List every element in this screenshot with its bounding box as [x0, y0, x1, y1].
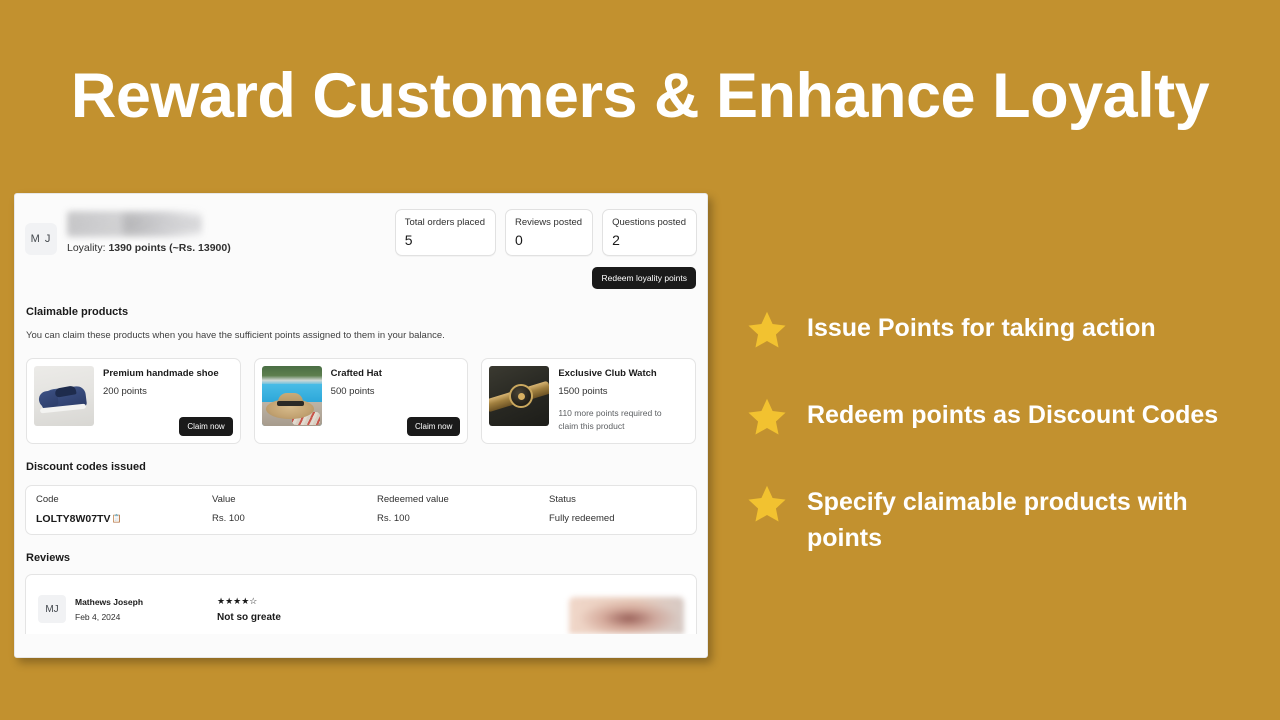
- app-screenshot-panel: M J Loyality: 1390 points (~Rs. 13900) T…: [14, 193, 708, 658]
- column-header-code: Code: [36, 494, 59, 505]
- table-row: LOLTY8W07TV 📋 Rs. 100 Rs. 100 Fully rede…: [26, 513, 696, 525]
- product-image-hat: [261, 366, 322, 426]
- stat-card-questions-posted: Questions posted 2: [602, 209, 697, 256]
- feature-item-redeem-points: Redeem points as Discount Codes: [745, 395, 1255, 438]
- reviews-heading: Reviews: [26, 552, 71, 564]
- star-icon: [748, 398, 786, 435]
- feature-label: Specify claimable products with points: [807, 488, 1188, 553]
- star-rating-icon: ★★★★☆: [217, 595, 258, 606]
- product-info: Crafted Hat 500 points Claim now: [331, 366, 461, 436]
- product-card[interactable]: Exclusive Club Watch 1500 points 110 mor…: [481, 358, 697, 444]
- customer-header: M J Loyality: 1390 points (~Rs. 13900) T…: [25, 204, 697, 256]
- claim-now-button[interactable]: Claim now: [179, 417, 233, 436]
- star-icon: [748, 311, 786, 348]
- discount-codes-heading: Discount codes issued: [26, 461, 146, 473]
- stat-card-reviews-posted: Reviews posted 0: [505, 209, 594, 256]
- column-header-redeemed-value: Redeemed value: [377, 494, 449, 505]
- product-points: 200 points: [103, 386, 147, 397]
- review-photo-redacted: [569, 597, 684, 634]
- avatar: M J: [25, 223, 57, 255]
- discount-value: Rs. 100: [212, 513, 245, 524]
- loyalty-balance: Loyality: 1390 points (~Rs. 13900): [67, 242, 231, 254]
- status-badge: Fully redeemed: [549, 513, 615, 524]
- review-author-name: Mathews Joseph: [75, 596, 144, 607]
- discount-code-cell: LOLTY8W07TV 📋: [36, 513, 212, 525]
- discount-code-value: LOLTY8W07TV: [36, 513, 111, 525]
- product-info: Exclusive Club Watch 1500 points 110 mor…: [558, 366, 688, 436]
- customer-name-redacted: [67, 211, 202, 237]
- table-header-row: Code Value Redeemed value Status: [26, 494, 696, 505]
- product-image-shoe: [34, 366, 94, 426]
- product-points-required-note: 110 more points required to claim this p…: [558, 408, 662, 431]
- customer-meta: Loyality: 1390 points (~Rs. 13900): [67, 209, 231, 254]
- discount-codes-table: Code Value Redeemed value Status LOLTY8W…: [25, 485, 697, 535]
- claim-now-button[interactable]: Claim now: [407, 417, 461, 436]
- stat-label: Total orders placed: [404, 217, 485, 228]
- review-date: Feb 4, 2024: [75, 611, 121, 622]
- redeem-button-row: Redeem loyality points: [25, 256, 697, 289]
- stat-label: Questions posted: [612, 217, 686, 228]
- loyalty-value: 1390 points (~Rs. 13900): [108, 242, 231, 254]
- product-name: Premium handmade shoe: [103, 368, 219, 379]
- product-points: 500 points: [330, 386, 375, 397]
- stat-value: 2: [612, 232, 620, 248]
- loyalty-label: Loyality:: [67, 242, 106, 254]
- stat-value: 0: [515, 232, 523, 248]
- feature-list: Issue Points for taking action Redeem po…: [745, 308, 1255, 601]
- star-icon: [748, 485, 786, 522]
- product-card[interactable]: Premium handmade shoe 200 points Claim n…: [26, 358, 241, 444]
- redeem-loyalty-points-button[interactable]: Redeem loyality points: [592, 267, 696, 289]
- product-info: Premium handmade shoe 200 points Claim n…: [103, 366, 233, 436]
- product-image-watch: [489, 366, 550, 426]
- stat-cards: Total orders placed 5 Reviews posted 0 Q…: [394, 207, 697, 256]
- review-avatar: MJ: [38, 595, 66, 623]
- product-card[interactable]: Crafted Hat 500 points Claim now: [253, 358, 469, 444]
- feature-item-specify-products: Specify claimable products with points: [745, 482, 1255, 557]
- column-header-status: Status: [549, 494, 576, 505]
- discount-redeemed-value: Rs. 100: [377, 513, 410, 524]
- claimable-products-description: You can claim these products when you ha…: [26, 330, 445, 341]
- review-title: Not so greate: [217, 611, 281, 623]
- stat-label: Reviews posted: [515, 217, 583, 228]
- page-title: Reward Customers & Enhance Loyalty: [70, 61, 1210, 131]
- review-list-item: MJ Mathews Joseph Feb 4, 2024 ★★★★☆ Not …: [25, 574, 697, 634]
- feature-label: Issue Points for taking action: [807, 314, 1156, 342]
- stat-value: 5: [404, 232, 413, 248]
- product-name: Crafted Hat: [330, 368, 382, 379]
- feature-label: Redeem points as Discount Codes: [807, 401, 1219, 429]
- feature-item-issue-points: Issue Points for taking action: [745, 308, 1255, 351]
- product-points: 1500 points: [558, 386, 608, 397]
- claimable-products-list: Premium handmade shoe 200 points Claim n…: [25, 358, 697, 444]
- copy-icon[interactable]: 📋: [111, 515, 121, 523]
- panel-content: M J Loyality: 1390 points (~Rs. 13900) T…: [15, 194, 707, 634]
- column-header-value: Value: [212, 494, 236, 505]
- review-author-block: Mathews Joseph Feb 4, 2024: [75, 597, 215, 622]
- review-body: ★★★★☆ Not so greate: [217, 596, 281, 623]
- stat-card-total-orders: Total orders placed 5: [394, 209, 496, 256]
- product-name: Exclusive Club Watch: [558, 368, 657, 379]
- claimable-products-heading: Claimable products: [26, 306, 129, 318]
- customer-identity: M J Loyality: 1390 points (~Rs. 13900): [25, 207, 231, 255]
